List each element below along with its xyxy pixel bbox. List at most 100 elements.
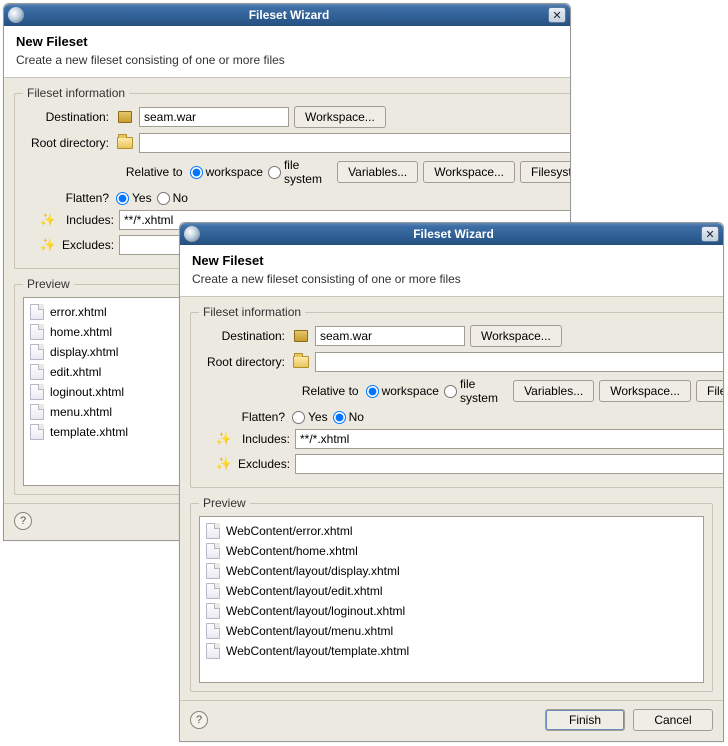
workspace-radio[interactable]: workspace bbox=[366, 384, 439, 398]
list-item-label: edit.xhtml bbox=[50, 365, 101, 379]
list-item-label: WebContent/layout/display.xhtml bbox=[226, 564, 400, 578]
file-icon bbox=[206, 523, 220, 539]
fileset-legend: Fileset information bbox=[199, 305, 305, 319]
list-item[interactable]: WebContent/layout/loginout.xhtml bbox=[204, 601, 699, 621]
fileset-information-group: Fileset information Destination: Workspa… bbox=[190, 305, 723, 488]
close-icon[interactable]: ✕ bbox=[701, 226, 719, 242]
list-item[interactable]: WebContent/error.xhtml bbox=[204, 521, 699, 541]
folder-icon bbox=[117, 137, 133, 149]
workspace-button-2[interactable]: Workspace... bbox=[423, 161, 515, 183]
destination-input[interactable] bbox=[315, 326, 465, 346]
root-directory-label: Root directory: bbox=[199, 355, 287, 369]
page-title: New Fileset bbox=[192, 253, 711, 268]
file-icon bbox=[30, 424, 44, 440]
variables-button[interactable]: Variables... bbox=[513, 380, 594, 402]
list-item-label: WebContent/home.xhtml bbox=[226, 544, 358, 558]
destination-label: Destination: bbox=[199, 329, 287, 343]
list-item[interactable]: WebContent/layout/template.xhtml bbox=[204, 641, 699, 661]
filesystem-button[interactable]: Filesystem... bbox=[520, 161, 570, 183]
file-icon bbox=[206, 643, 220, 659]
wand-icon: ✨ bbox=[216, 456, 232, 472]
list-item[interactable]: WebContent/layout/menu.xhtml bbox=[204, 621, 699, 641]
list-item-label: menu.xhtml bbox=[50, 405, 112, 419]
flatten-yes-radio[interactable]: Yes bbox=[116, 191, 152, 205]
folder-icon bbox=[293, 356, 309, 368]
root-directory-input[interactable] bbox=[139, 133, 570, 153]
eclipse-icon bbox=[184, 226, 200, 242]
root-directory-label: Root directory: bbox=[23, 136, 111, 150]
cancel-button[interactable]: Cancel bbox=[633, 709, 713, 731]
file-icon bbox=[206, 543, 220, 559]
list-item-label: WebContent/layout/menu.xhtml bbox=[226, 624, 393, 638]
relative-to-label: Relative to bbox=[302, 384, 361, 398]
file-icon bbox=[30, 324, 44, 340]
preview-list-b[interactable]: WebContent/error.xhtml WebContent/home.xh… bbox=[199, 516, 704, 683]
filesystem-radio[interactable]: file system bbox=[268, 158, 332, 186]
close-icon[interactable]: ✕ bbox=[548, 7, 566, 23]
root-directory-input[interactable] bbox=[315, 352, 723, 372]
wand-icon: ✨ bbox=[40, 212, 56, 228]
includes-input[interactable] bbox=[295, 429, 723, 449]
file-icon bbox=[206, 563, 220, 579]
list-item-label: WebContent/layout/edit.xhtml bbox=[226, 584, 383, 598]
file-icon bbox=[206, 583, 220, 599]
workspace-button-2[interactable]: Workspace... bbox=[599, 380, 691, 402]
file-icon bbox=[30, 344, 44, 360]
flatten-no-radio[interactable]: No bbox=[333, 410, 364, 424]
excludes-label: Excludes: bbox=[238, 457, 290, 471]
titlebar[interactable]: Fileset Wizard ✕ bbox=[180, 223, 723, 245]
help-icon[interactable]: ? bbox=[190, 711, 208, 729]
preview-legend: Preview bbox=[23, 277, 74, 291]
file-icon bbox=[30, 404, 44, 420]
page-title: New Fileset bbox=[16, 34, 558, 49]
filesystem-button[interactable]: Filesystem... bbox=[696, 380, 723, 402]
list-item-label: loginout.xhtml bbox=[50, 385, 124, 399]
file-icon bbox=[30, 304, 44, 320]
list-item[interactable]: WebContent/layout/display.xhtml bbox=[204, 561, 699, 581]
preview-legend: Preview bbox=[199, 496, 250, 510]
destination-label: Destination: bbox=[23, 110, 111, 124]
list-item[interactable]: WebContent/layout/edit.xhtml bbox=[204, 581, 699, 601]
list-item-label: home.xhtml bbox=[50, 325, 112, 339]
wizard-header: New Fileset Create a new fileset consist… bbox=[4, 26, 570, 78]
package-icon bbox=[294, 330, 308, 342]
list-item-label: WebContent/layout/template.xhtml bbox=[226, 644, 409, 658]
workspace-radio[interactable]: workspace bbox=[190, 165, 263, 179]
flatten-label: Flatten? bbox=[199, 410, 287, 424]
file-icon bbox=[206, 603, 220, 619]
relative-to-label: Relative to bbox=[126, 165, 185, 179]
list-item-label: WebContent/layout/loginout.xhtml bbox=[226, 604, 405, 618]
preview-group: Preview WebContent/error.xhtmlWebContent… bbox=[190, 496, 713, 692]
flatten-label: Flatten? bbox=[23, 191, 111, 205]
includes-label: Includes: bbox=[238, 432, 290, 446]
excludes-input[interactable] bbox=[295, 454, 723, 474]
help-icon[interactable]: ? bbox=[14, 512, 32, 530]
wand-icon: ✨ bbox=[40, 237, 56, 253]
includes-label: Includes: bbox=[62, 213, 114, 227]
list-item-label: display.xhtml bbox=[50, 345, 118, 359]
workspace-button[interactable]: Workspace... bbox=[470, 325, 562, 347]
list-item-label: error.xhtml bbox=[50, 305, 107, 319]
destination-input[interactable] bbox=[139, 107, 289, 127]
fileset-legend: Fileset information bbox=[23, 86, 129, 100]
flatten-yes-radio[interactable]: Yes bbox=[292, 410, 328, 424]
package-icon bbox=[118, 111, 132, 123]
filesystem-radio[interactable]: file system bbox=[444, 377, 508, 405]
wizard-header: New Fileset Create a new fileset consist… bbox=[180, 245, 723, 297]
fileset-wizard-window-b: Fileset Wizard ✕ New Fileset Create a ne… bbox=[179, 222, 724, 742]
eclipse-icon bbox=[8, 7, 24, 23]
file-icon bbox=[30, 384, 44, 400]
variables-button[interactable]: Variables... bbox=[337, 161, 418, 183]
finish-button[interactable]: Finish bbox=[545, 709, 625, 731]
list-item[interactable]: WebContent/home.xhtml bbox=[204, 541, 699, 561]
page-subtitle: Create a new fileset consisting of one o… bbox=[192, 272, 711, 286]
file-icon bbox=[30, 364, 44, 380]
window-title: Fileset Wizard bbox=[206, 227, 701, 241]
titlebar[interactable]: Fileset Wizard ✕ bbox=[4, 4, 570, 26]
page-subtitle: Create a new fileset consisting of one o… bbox=[16, 53, 558, 67]
window-title: Fileset Wizard bbox=[30, 8, 548, 22]
file-icon bbox=[206, 623, 220, 639]
flatten-no-radio[interactable]: No bbox=[157, 191, 188, 205]
excludes-label: Excludes: bbox=[62, 238, 114, 252]
workspace-button[interactable]: Workspace... bbox=[294, 106, 386, 128]
